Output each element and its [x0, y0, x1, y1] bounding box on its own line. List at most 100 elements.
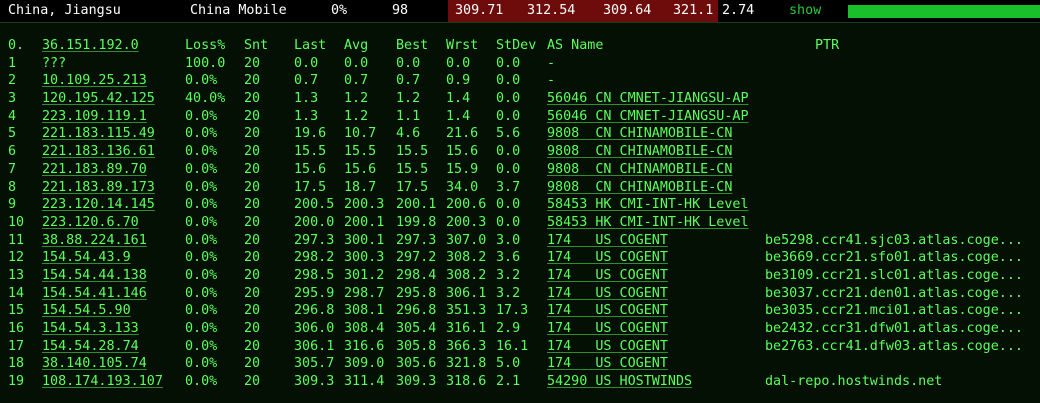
- hop-sent: 20: [244, 356, 261, 372]
- hop-as-link[interactable]: 174 US COGENT: [547, 249, 668, 267]
- hop-as-link[interactable]: 174 US COGENT: [547, 320, 668, 338]
- hop-index: 14: [8, 285, 25, 301]
- hop-as-link[interactable]: 174 US COGENT: [547, 232, 668, 250]
- hop-host-link[interactable]: 10.109.25.213: [42, 72, 147, 90]
- table-header: 0. 36.151.192.0 Loss% Snt Last Avg Best …: [0, 37, 1040, 55]
- table-row: 10 223.120.6.70 0.0% 20 200.0 200.1 199.8 200.3…: [0, 214, 1040, 232]
- hop-as-link[interactable]: 9808 CN CHINAMOBILE-CN: [547, 179, 732, 197]
- hop-last: 1.3: [294, 91, 319, 107]
- best-latency-value: 309.64: [603, 3, 652, 18]
- table-row: 19 108.174.193.107 0.0% 20 309.3 311.4 309.3 31…: [0, 373, 1040, 391]
- hop-host-link[interactable]: 38.88.224.161: [42, 232, 147, 250]
- hop-as-link[interactable]: 174 US COGENT: [547, 285, 668, 303]
- hop-stdev: 0.0: [496, 197, 521, 213]
- hop-host-link[interactable]: 221.183.115.49: [42, 125, 155, 143]
- hop-ptr: be3109.ccr21.slc01.atlas.coge...: [765, 267, 1023, 283]
- table-row: 15 154.54.5.90 0.0% 20 296.8 308.1 296.8 351.3 1…: [0, 302, 1040, 320]
- hop-last: 298.2: [294, 250, 335, 266]
- hop-loss: 0.0%: [185, 374, 218, 390]
- hop-index: 18: [8, 356, 25, 372]
- header-index: 0.: [8, 38, 25, 53]
- hop-index: 10: [8, 214, 25, 230]
- hop-worst: 308.2: [446, 250, 487, 266]
- hop-as-link[interactable]: 174 US COGENT: [547, 338, 668, 356]
- hop-worst: 316.1: [446, 321, 487, 336]
- hop-as-link[interactable]: 58453 HK CMI-INT-HK Level: [547, 196, 749, 214]
- hop-stdev: 5.6: [496, 126, 521, 142]
- hop-index: 7: [8, 161, 17, 177]
- table-row: 11 38.88.224.161 0.0% 20 297.3 300.1 297.3 307.…: [0, 232, 1040, 250]
- hop-index: 12: [8, 250, 25, 266]
- show-link[interactable]: show: [789, 3, 821, 19]
- hop-sent: 20: [244, 232, 261, 248]
- hop-as-link[interactable]: 9808 CN CHINAMOBILE-CN: [547, 125, 732, 143]
- hop-as-link[interactable]: 56046 CN CMNET-JIANGSU-AP: [547, 90, 749, 108]
- hop-loss: 0.0%: [185, 179, 218, 195]
- hop-host-link[interactable]: 221.183.89.70: [42, 161, 147, 179]
- hop-host-link[interactable]: 154.54.43.9: [42, 249, 131, 267]
- hop-worst: 1.4: [446, 91, 471, 107]
- hop-ptr: be2763.ccr41.dfw03.atlas.coge...: [765, 338, 1023, 354]
- avg-latency-value: 312.54: [527, 3, 576, 18]
- hop-worst: 0.9: [446, 73, 471, 89]
- hop-stdev: 17.3: [496, 303, 529, 319]
- hop-ptr: be3037.ccr21.den01.atlas.coge...: [765, 285, 1023, 301]
- hop-loss: 40.0%: [185, 91, 226, 107]
- table-row: 14 154.54.41.146 0.0% 20 295.9 298.7 295.8 306.…: [0, 285, 1040, 303]
- hop-avg: 18.7: [344, 179, 377, 195]
- hop-as-link[interactable]: 174 US COGENT: [547, 302, 668, 320]
- hop-host-link[interactable]: 154.54.3.133: [42, 320, 139, 338]
- hop-host-link[interactable]: 120.195.42.125: [42, 90, 155, 108]
- hop-as-link[interactable]: 174 US COGENT: [547, 267, 668, 285]
- hop-index: 11: [8, 232, 25, 248]
- table-row: 17 154.54.28.74 0.0% 20 306.1 316.6 305.8 366.3…: [0, 338, 1040, 356]
- hop-host-link[interactable]: 38.140.105.74: [42, 355, 147, 373]
- hop-as-link[interactable]: 9808 CN CHINAMOBILE-CN: [547, 161, 732, 179]
- hop-as-link[interactable]: 54290 US HOSTWINDS: [547, 373, 692, 391]
- hop-as-link[interactable]: 174 US COGENT: [547, 355, 668, 373]
- hop-host-link[interactable]: ???: [42, 55, 66, 73]
- hop-host-link[interactable]: 223.109.119.1: [42, 108, 147, 126]
- hop-host-link[interactable]: 154.54.5.90: [42, 302, 131, 320]
- hop-sent: 20: [244, 144, 261, 160]
- hop-avg: 316.6: [344, 338, 385, 354]
- hop-as-link[interactable]: 9808 CN CHINAMOBILE-CN: [547, 143, 732, 161]
- hop-host-link[interactable]: 221.183.136.61: [42, 143, 155, 161]
- hop-loss: 0.0%: [185, 285, 218, 301]
- hop-best: 309.3: [396, 374, 437, 390]
- hop-last: 200.5: [294, 197, 335, 213]
- hop-index: 15: [8, 303, 25, 319]
- hop-index: 16: [8, 321, 25, 336]
- hop-host-link[interactable]: 223.120.14.145: [42, 196, 155, 214]
- worst-latency-value: 321.1: [673, 3, 714, 18]
- hop-as-link[interactable]: 56046 CN CMNET-JIANGSU-AP: [547, 108, 749, 126]
- header-host-link[interactable]: 36.151.192.0: [42, 37, 139, 55]
- hop-as-link[interactable]: 58453 HK CMI-INT-HK Level: [547, 214, 749, 232]
- hop-loss: 0.0%: [185, 161, 218, 177]
- header-ptr: PTR: [815, 38, 840, 53]
- hop-host-link[interactable]: 154.54.28.74: [42, 338, 139, 356]
- hop-best: 0.7: [396, 73, 421, 89]
- hop-host-link[interactable]: 221.183.89.173: [42, 179, 155, 197]
- hop-host-link[interactable]: 154.54.41.146: [42, 285, 147, 303]
- hop-worst: 21.6: [446, 126, 479, 142]
- hop-best: 15.5: [396, 144, 429, 160]
- hop-avg: 200.1: [344, 214, 385, 230]
- hop-host-link[interactable]: 223.120.6.70: [42, 214, 139, 232]
- loss-value: 0%: [331, 3, 348, 18]
- hop-last: 306.0: [294, 321, 335, 336]
- hop-index: 6: [8, 144, 17, 160]
- header-best: Best: [396, 38, 429, 53]
- hop-last: 15.5: [294, 144, 327, 160]
- hop-host-link[interactable]: 154.54.44.138: [42, 267, 147, 285]
- hop-index: 9: [8, 197, 17, 213]
- hop-worst: 15.6: [446, 144, 479, 160]
- hop-last: 297.3: [294, 232, 335, 248]
- hop-worst: 366.3: [446, 338, 487, 354]
- table-row: 13 154.54.44.138 0.0% 20 298.5 301.2 298.4 308.…: [0, 267, 1040, 285]
- hop-worst: 15.9: [446, 161, 479, 177]
- location-text: China, Jiangsu: [8, 3, 121, 18]
- table-row: 7 221.183.89.70 0.0% 20 15.6 15.6 15.5 15.9 0.0 9…: [0, 161, 1040, 179]
- hop-host-link[interactable]: 108.174.193.107: [42, 373, 163, 391]
- hop-worst: 0.0: [446, 55, 471, 71]
